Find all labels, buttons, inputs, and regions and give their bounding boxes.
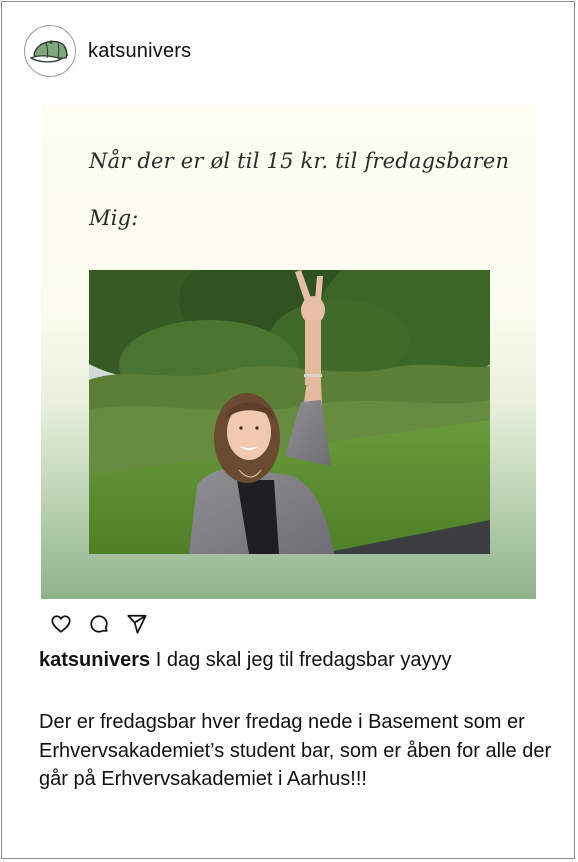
comment-icon: [90, 615, 108, 633]
post-image[interactable]: Når der er øl til 15 kr. til fredagsbare…: [41, 105, 536, 599]
comment-button[interactable]: [87, 612, 111, 636]
post-caption: katsunivers I dag skal jeg til fredagsba…: [39, 647, 549, 673]
cap-logo-icon: [29, 40, 69, 63]
caption-text: I dag skal jeg til fredagsbar yayyy: [155, 649, 452, 671]
share-button[interactable]: [125, 612, 149, 636]
post-username[interactable]: katsunivers: [88, 40, 191, 63]
post-actions: [49, 612, 163, 636]
meme-photo: [89, 270, 490, 554]
avatar[interactable]: [24, 25, 76, 77]
caption-body: Der er fredagsbar hver fredag nede i Bas…: [39, 711, 552, 790]
heart-icon: [51, 615, 71, 633]
meme-text-line-1: Når der er øl til 15 kr. til fredagsbare…: [89, 149, 510, 173]
like-button[interactable]: [49, 612, 73, 636]
post-header: katsunivers: [24, 23, 191, 79]
share-icon: [127, 614, 147, 634]
caption-username[interactable]: katsunivers: [39, 649, 150, 671]
meme-text-line-2: Mig:: [89, 206, 139, 230]
post-card: katsunivers Når der er øl til 15 kr. til…: [1, 1, 575, 859]
